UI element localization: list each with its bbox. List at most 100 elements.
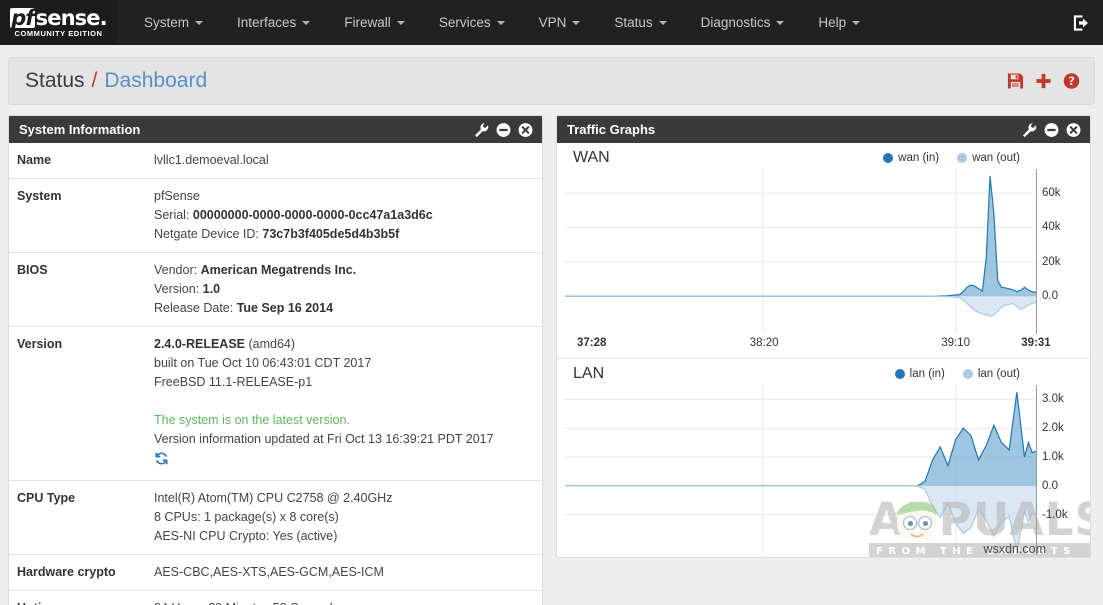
x-tick-label: 39:31 bbox=[1021, 337, 1050, 349]
value-label: Release Date: bbox=[154, 301, 237, 315]
nav-item-help[interactable]: Help bbox=[801, 0, 877, 45]
table-row-version: Version 2.4.0-RELEASE (amd64) built on T… bbox=[9, 326, 542, 480]
panel-title: Traffic Graphs bbox=[567, 122, 655, 137]
value-line: lvllc1.demoeval.local bbox=[154, 151, 542, 170]
lan-plot[interactable]: APPUALS FROM THE EXPERTS bbox=[565, 385, 1036, 555]
chevron-down-icon bbox=[776, 21, 784, 25]
legend-swatch bbox=[883, 153, 893, 163]
breadcrumb-wrapper: Status / Dashboard bbox=[0, 45, 1103, 105]
value-line: Serial: 00000000-0000-0000-0000-0cc47a1a… bbox=[154, 206, 542, 225]
row-key: BIOS bbox=[9, 261, 154, 318]
nav-label: Status bbox=[614, 15, 652, 30]
value-line: Vendor: American Megatrends Inc. bbox=[154, 261, 542, 280]
nav-item-vpn[interactable]: VPN bbox=[522, 0, 598, 45]
legend-item-lan-in[interactable]: lan (in) bbox=[895, 368, 945, 380]
wan-graph-block: WAN wan (in) wan (out) bbox=[557, 143, 1090, 358]
legend-item-wan-out[interactable]: wan (out) bbox=[957, 152, 1020, 164]
legend-label: wan (out) bbox=[972, 152, 1020, 164]
chevron-down-icon bbox=[572, 21, 580, 25]
row-value: 04 Hours 39 Minutes 58 Seconds bbox=[154, 599, 542, 605]
value-line: Intel(R) Atom(TM) CPU C2758 @ 2.40GHz bbox=[154, 489, 542, 508]
traffic-graphs-header: Traffic Graphs bbox=[557, 116, 1090, 143]
value-line: AES-CBC,AES-XTS,AES-GCM,AES-ICM bbox=[154, 563, 542, 582]
y-tick-label: 60k bbox=[1042, 187, 1061, 199]
wrench-icon[interactable] bbox=[474, 122, 489, 137]
value-strong: 73c7b3f405de5d4b3b5f bbox=[262, 227, 399, 241]
row-value: AES-CBC,AES-XTS,AES-GCM,AES-ICM bbox=[154, 563, 542, 582]
table-row-bios: BIOS Vendor: American Megatrends Inc. Ve… bbox=[9, 252, 542, 326]
chevron-down-icon bbox=[659, 21, 667, 25]
breadcrumb-parent[interactable]: Status bbox=[25, 69, 85, 93]
y-tick-label: 40k bbox=[1042, 221, 1061, 233]
lan-graph-header: LAN lan (in) lan (out) bbox=[565, 365, 1082, 385]
nav-item-status[interactable]: Status bbox=[597, 0, 683, 45]
wan-plot[interactable] bbox=[565, 169, 1036, 334]
table-row-cpu-type: CPU Type Intel(R) Atom(TM) CPU C2758 @ 2… bbox=[9, 480, 542, 554]
value-line: built on Tue Oct 10 06:43:01 CDT 2017 bbox=[154, 354, 542, 373]
value-label: (amd64) bbox=[245, 337, 295, 351]
table-row-hardware-crypto: Hardware crypto AES-CBC,AES-XTS,AES-GCM,… bbox=[9, 554, 542, 590]
nav-item-services[interactable]: Services bbox=[422, 0, 522, 45]
value-strong: Tue Sep 16 2014 bbox=[237, 301, 333, 315]
value-line: AES-NI CPU Crypto: Yes (active) bbox=[154, 527, 542, 546]
row-key: CPU Type bbox=[9, 489, 154, 546]
logout-icon[interactable] bbox=[1072, 13, 1091, 32]
nav-item-system[interactable]: System bbox=[127, 0, 220, 45]
minimize-icon[interactable] bbox=[1044, 122, 1059, 137]
lan-plot-row: APPUALS FROM THE EXPERTS bbox=[565, 385, 1082, 555]
wan-x-axis: 37:2838:2039:1039:31 bbox=[565, 334, 1036, 356]
brand-pf: pf bbox=[10, 8, 34, 28]
panel-header-actions bbox=[474, 122, 533, 137]
table-row-uptime: Uptime 04 Hours 39 Minutes 58 Seconds bbox=[9, 590, 542, 605]
minimize-icon[interactable] bbox=[496, 122, 511, 137]
x-tick-label: 38:20 bbox=[750, 337, 779, 349]
pfsense-logo[interactable]: pfsense. COMMUNITY EDITION bbox=[0, 0, 117, 45]
system-information-header: System Information bbox=[9, 116, 542, 143]
value-line: pfSense bbox=[154, 187, 542, 206]
nav-item-firewall[interactable]: Firewall bbox=[327, 0, 422, 45]
value-label: Netgate Device ID: bbox=[154, 227, 262, 241]
nav-label: Firewall bbox=[344, 15, 391, 30]
plus-icon[interactable] bbox=[1035, 73, 1052, 90]
chevron-down-icon bbox=[497, 21, 505, 25]
refresh-icon[interactable] bbox=[154, 451, 169, 466]
value-line: Netgate Device ID: 73c7b3f405de5d4b3b5f bbox=[154, 225, 542, 244]
row-value: lvllc1.demoeval.local bbox=[154, 151, 542, 170]
nav-item-diagnostics[interactable]: Diagnostics bbox=[684, 0, 802, 45]
chevron-down-icon bbox=[195, 21, 203, 25]
breadcrumb-current[interactable]: Dashboard bbox=[104, 69, 207, 93]
wan-graph-header: WAN wan (in) wan (out) bbox=[565, 149, 1082, 169]
version-status-text: The system is on the latest version. bbox=[154, 411, 542, 430]
close-icon[interactable] bbox=[518, 122, 533, 137]
lan-graph-block: LAN lan (in) lan (out) bbox=[557, 358, 1090, 557]
save-icon[interactable] bbox=[1007, 73, 1024, 90]
value-strong: 1.0 bbox=[203, 282, 220, 296]
lan-legend: lan (in) lan (out) bbox=[895, 368, 1078, 380]
brand-sense: sense. bbox=[36, 6, 107, 30]
nav-item-interfaces[interactable]: Interfaces bbox=[220, 0, 327, 45]
value-label: Serial: bbox=[154, 208, 193, 222]
legend-item-wan-in[interactable]: wan (in) bbox=[883, 152, 939, 164]
row-value: 2.4.0-RELEASE (amd64) built on Tue Oct 1… bbox=[154, 335, 542, 472]
y-tick-label: 0.0 bbox=[1042, 480, 1058, 492]
panel-title: System Information bbox=[19, 122, 140, 137]
chevron-down-icon bbox=[302, 21, 310, 25]
wan-graph-title: WAN bbox=[573, 149, 610, 167]
legend-item-lan-out[interactable]: lan (out) bbox=[963, 368, 1020, 380]
version-updated-text: Version information updated at Fri Oct 1… bbox=[154, 430, 542, 449]
help-icon[interactable]: ? bbox=[1063, 73, 1080, 90]
dashboard-column-right: Traffic Graphs bbox=[556, 115, 1091, 558]
wrench-icon[interactable] bbox=[1022, 122, 1037, 137]
x-tick-label: 39:10 bbox=[941, 337, 970, 349]
breadcrumb: Status / Dashboard bbox=[8, 57, 1095, 105]
legend-label: lan (in) bbox=[910, 368, 945, 380]
dashboard-column-left: System Information bbox=[8, 115, 543, 605]
y-tick-label: -1.0k bbox=[1042, 509, 1068, 521]
close-icon[interactable] bbox=[1066, 122, 1081, 137]
row-key: System bbox=[9, 187, 154, 244]
brand-subtitle: COMMUNITY EDITION bbox=[15, 29, 103, 39]
navbar-menu: System Interfaces Firewall Services VPN … bbox=[127, 0, 877, 45]
nav-label: System bbox=[144, 15, 189, 30]
y-axis-spine bbox=[1036, 385, 1037, 555]
dashboard-content: System Information bbox=[0, 105, 1103, 605]
